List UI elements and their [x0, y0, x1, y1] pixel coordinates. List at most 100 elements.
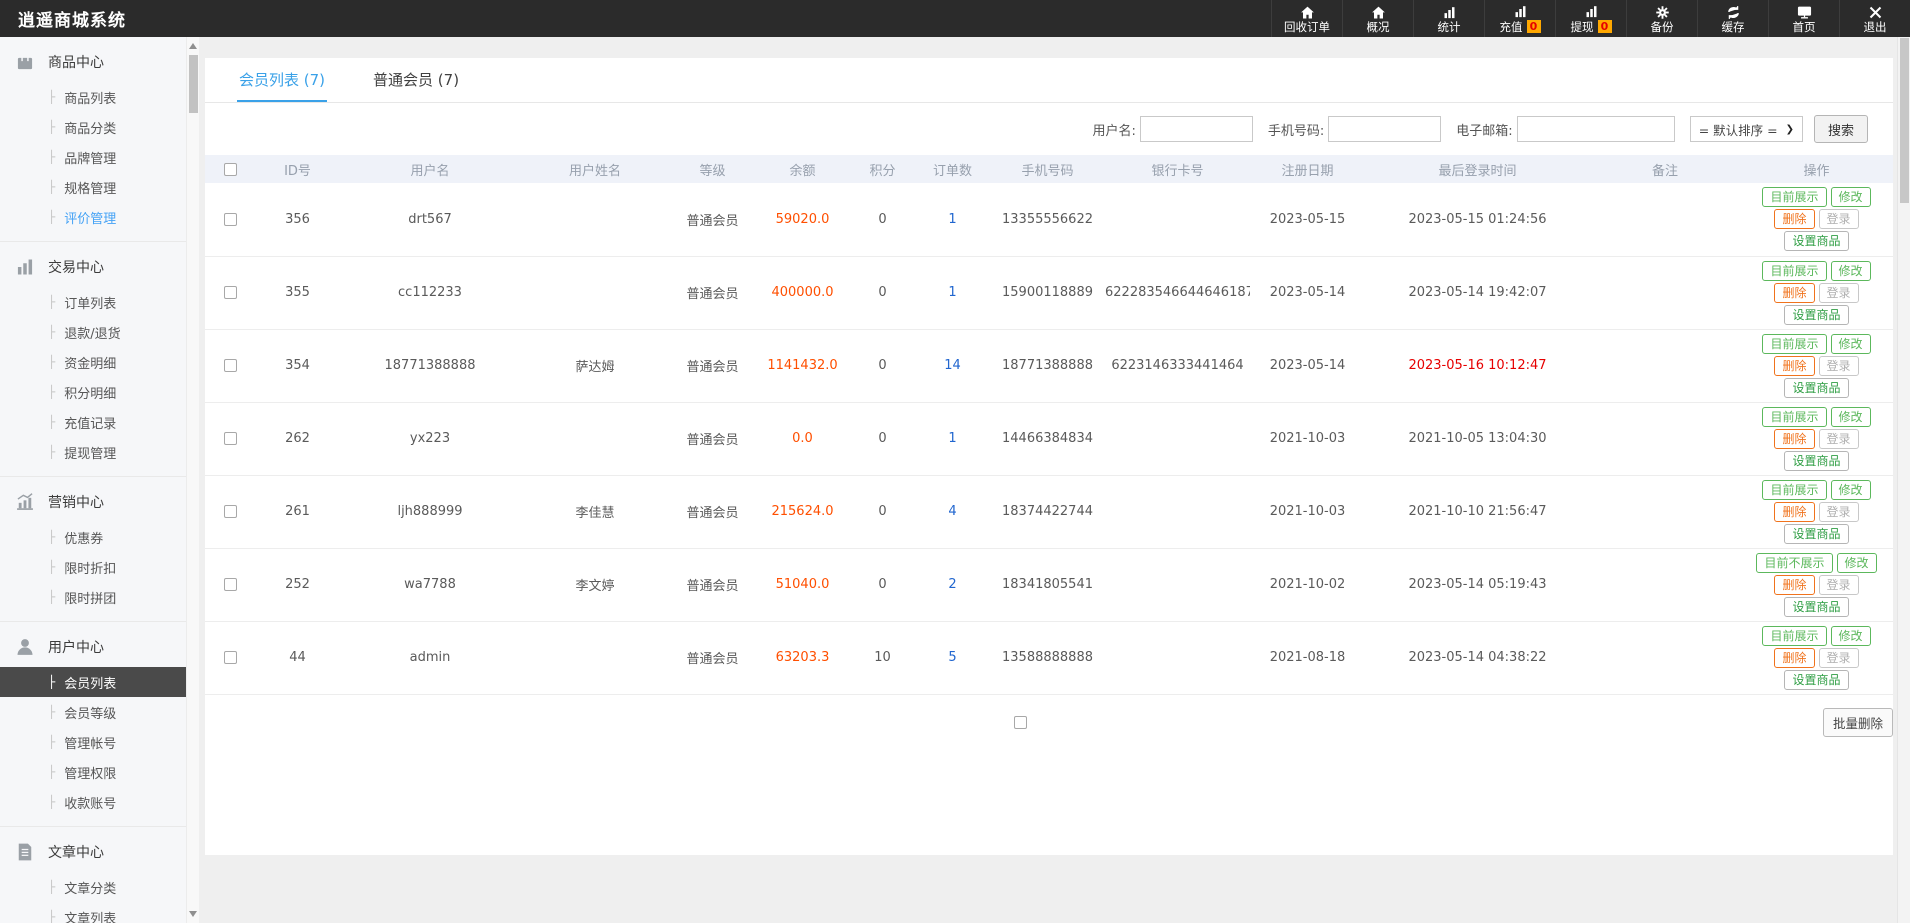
delete-button[interactable]: 删除: [1774, 574, 1815, 595]
delete-button[interactable]: 删除: [1774, 428, 1815, 449]
set-goods-button[interactable]: 设置商品: [1784, 523, 1849, 544]
scroll-down-arrow-icon[interactable]: [189, 911, 197, 917]
sidebar-section-title[interactable]: 文章中心: [0, 832, 186, 872]
delete-button[interactable]: 删除: [1774, 355, 1815, 376]
topnav-item-9[interactable]: 退出: [1839, 0, 1910, 37]
login-button[interactable]: 登录: [1818, 647, 1859, 668]
sidebar-section-title[interactable]: 营销中心: [0, 482, 186, 522]
login-button[interactable]: 登录: [1818, 355, 1859, 376]
sidebar-item[interactable]: ├ 会员列表: [0, 667, 186, 697]
tab-2[interactable]: 普通会员 (7): [371, 58, 461, 102]
login-button[interactable]: 登录: [1818, 428, 1859, 449]
sidebar-item[interactable]: ├ 积分明细: [0, 377, 186, 407]
orders-link[interactable]: 2: [948, 577, 956, 592]
sidebar-item[interactable]: ├ 评价管理: [0, 202, 186, 232]
topnav-item-5[interactable]: 提现 0: [1555, 0, 1626, 37]
row-checkbox[interactable]: [223, 578, 237, 591]
row-checkbox[interactable]: [223, 505, 237, 518]
modify-button[interactable]: 修改: [1830, 187, 1871, 208]
search-button[interactable]: 搜索: [1813, 115, 1868, 143]
row-checkbox[interactable]: [223, 651, 237, 664]
row-checkbox[interactable]: [223, 212, 237, 226]
delete-button[interactable]: 删除: [1774, 282, 1815, 303]
sidebar-item[interactable]: ├ 订单列表: [0, 287, 186, 317]
sort-select[interactable]: = 默认排序 = ❯︎: [1689, 116, 1803, 142]
set-goods-button[interactable]: 设置商品: [1784, 450, 1849, 471]
topnav-item-2[interactable]: 概况: [1342, 0, 1413, 37]
sidebar-scrollbar[interactable]: [186, 37, 199, 923]
topnav-item-1[interactable]: 回收订单: [1271, 0, 1342, 37]
delete-button[interactable]: 删除: [1774, 647, 1815, 668]
topnav-item-8[interactable]: 首页: [1768, 0, 1839, 37]
set-goods-button[interactable]: 设置商品: [1784, 669, 1849, 690]
display-toggle-button[interactable]: 目前展示: [1762, 333, 1827, 354]
display-toggle-button[interactable]: 目前展示: [1762, 625, 1827, 646]
orders-link[interactable]: 4: [948, 504, 956, 519]
display-toggle-button[interactable]: 目前展示: [1762, 187, 1827, 208]
search-field-input-3[interactable]: [1516, 116, 1675, 142]
search-field-input-2[interactable]: [1328, 116, 1442, 142]
sidebar-item[interactable]: ├ 管理权限: [0, 757, 186, 787]
sidebar-item[interactable]: ├ 限时拼团: [0, 582, 186, 612]
sidebar-item[interactable]: ├ 充值记录: [0, 407, 186, 437]
delete-button[interactable]: 删除: [1774, 501, 1815, 522]
sidebar-item[interactable]: ├ 管理帐号: [0, 727, 186, 757]
orders-link[interactable]: 14: [944, 358, 961, 373]
orders-link[interactable]: 1: [948, 212, 956, 227]
sidebar-scrollbar-thumb[interactable]: [189, 55, 198, 113]
modify-button[interactable]: 修改: [1830, 260, 1871, 281]
sidebar-item[interactable]: ├ 收款账号: [0, 787, 186, 817]
select-all-checkbox[interactable]: [223, 162, 237, 176]
sidebar-item[interactable]: ├ 会员等级: [0, 697, 186, 727]
scroll-up-arrow-icon[interactable]: [189, 43, 197, 49]
modify-button[interactable]: 修改: [1830, 479, 1871, 500]
sidebar-section-title[interactable]: 交易中心: [0, 247, 186, 287]
sidebar-item[interactable]: ├ 文章列表: [0, 902, 186, 923]
topnav-item-6[interactable]: 备份: [1626, 0, 1697, 37]
orders-link[interactable]: 1: [948, 431, 956, 446]
set-goods-button[interactable]: 设置商品: [1784, 377, 1849, 398]
sidebar-item[interactable]: ├ 商品列表: [0, 82, 186, 112]
topnav-item-4[interactable]: 充值 0: [1484, 0, 1555, 37]
set-goods-button[interactable]: 设置商品: [1784, 304, 1849, 325]
login-button[interactable]: 登录: [1818, 282, 1859, 303]
display-toggle-button[interactable]: 目前不展示: [1756, 552, 1833, 573]
display-toggle-button[interactable]: 目前展示: [1762, 260, 1827, 281]
sidebar-item[interactable]: ├ 规格管理: [0, 172, 186, 202]
topnav-item-3[interactable]: 统计: [1413, 0, 1484, 37]
orders-link[interactable]: 5: [948, 650, 956, 665]
login-button[interactable]: 登录: [1818, 574, 1859, 595]
modify-button[interactable]: 修改: [1830, 625, 1871, 646]
page-scrollbar[interactable]: [1897, 37, 1910, 923]
delete-button[interactable]: 删除: [1774, 209, 1815, 230]
row-checkbox[interactable]: [223, 432, 237, 445]
modify-button[interactable]: 修改: [1830, 406, 1871, 427]
login-button[interactable]: 登录: [1818, 501, 1859, 522]
sidebar-item[interactable]: ├ 优惠券: [0, 522, 186, 552]
sidebar-item[interactable]: ├ 商品分类: [0, 112, 186, 142]
modify-button[interactable]: 修改: [1830, 333, 1871, 354]
orders-link[interactable]: 1: [948, 285, 956, 300]
modify-button[interactable]: 修改: [1836, 552, 1877, 573]
sidebar-item[interactable]: ├ 退款/退货: [0, 317, 186, 347]
search-field-input-1[interactable]: [1139, 116, 1253, 142]
page-scrollbar-thumb[interactable]: [1900, 38, 1909, 203]
display-toggle-button[interactable]: 目前展示: [1762, 479, 1827, 500]
sidebar-item[interactable]: ├ 限时折扣: [0, 552, 186, 582]
row-checkbox[interactable]: [223, 359, 237, 372]
sidebar-item[interactable]: ├ 文章分类: [0, 872, 186, 902]
sidebar-item[interactable]: ├ 提现管理: [0, 437, 186, 467]
row-checkbox[interactable]: [223, 286, 237, 299]
tab-1[interactable]: 会员列表 (7): [237, 58, 328, 102]
topnav-item-7[interactable]: 缓存: [1697, 0, 1768, 37]
sidebar-item[interactable]: ├ 品牌管理: [0, 142, 186, 172]
login-button[interactable]: 登录: [1818, 209, 1859, 230]
select-all-bottom-checkbox[interactable]: [1014, 715, 1028, 729]
sidebar-section-title[interactable]: 商品中心: [0, 42, 186, 82]
sidebar-section-title[interactable]: 用户中心: [0, 627, 186, 667]
set-goods-button[interactable]: 设置商品: [1784, 231, 1849, 252]
batch-delete-button[interactable]: 批量删除: [1822, 707, 1893, 737]
set-goods-button[interactable]: 设置商品: [1784, 596, 1849, 617]
display-toggle-button[interactable]: 目前展示: [1762, 406, 1827, 427]
sidebar-item[interactable]: ├ 资金明细: [0, 347, 186, 377]
